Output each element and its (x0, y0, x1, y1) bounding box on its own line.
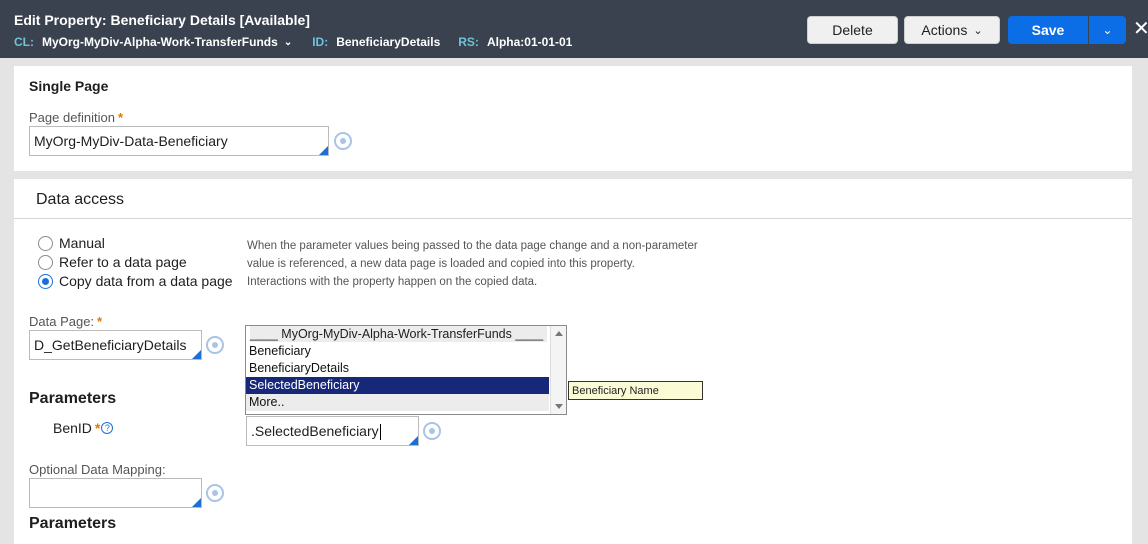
radio-manual[interactable]: Manual (38, 235, 105, 251)
param-benid-input[interactable]: .SelectedBeneficiary (246, 416, 419, 446)
data-page-field[interactable]: D_GetBeneficiaryDetails (29, 330, 202, 360)
parameters-title-2: Parameters (29, 515, 117, 532)
param-value: .SelectedBeneficiary (251, 423, 379, 439)
required-icon: * (118, 110, 124, 125)
data-access-title: Data access (36, 191, 125, 208)
rule-title: Edit Property: Beneficiary Details [Avai… (14, 12, 310, 28)
radio-copy-label: Copy data from a data page (59, 273, 233, 289)
page-definition-value: MyOrg-MyDiv-Data-Beneficiary (34, 133, 228, 149)
rule-meta: CL: MyOrg-MyDiv-Alpha-Work-TransferFunds… (14, 35, 590, 49)
autocomplete-header-text: ____ MyOrg-MyDiv-Alpha-Work-TransferFund… (250, 326, 547, 342)
id-key: ID: (312, 35, 329, 49)
help-line: When the parameter values being passed t… (247, 240, 698, 252)
autocomplete-header: ____ MyOrg-MyDiv-Alpha-Work-TransferFund… (246, 326, 566, 343)
save-button-label: Save (1031, 22, 1065, 38)
optional-mapping-field[interactable] (29, 478, 202, 508)
list-item[interactable]: Beneficiary (246, 343, 549, 360)
list-item-more[interactable]: More.. (246, 394, 549, 411)
save-options-button[interactable]: ⌄ (1089, 16, 1126, 44)
data-page-label-text: Data Page: (29, 314, 95, 329)
autocomplete-list[interactable]: ____ MyOrg-MyDiv-Alpha-Work-TransferFund… (245, 325, 567, 415)
chevron-down-icon: ⌄ (973, 24, 983, 37)
divider (14, 218, 1132, 219)
help-text: When the parameter values being passed t… (247, 237, 747, 291)
page-definition-label-text: Page definition (29, 110, 116, 125)
radio-refer-label: Refer to a data page (59, 254, 187, 270)
radio-copy-data-page[interactable]: Copy data from a data page (38, 273, 233, 289)
autocomplete-corner-icon (319, 146, 328, 155)
help-line: value is referenced, a new data page is … (247, 258, 635, 270)
page-definition-field[interactable]: MyOrg-MyDiv-Data-Beneficiary (29, 126, 329, 156)
header-bar: Edit Property: Beneficiary Details [Avai… (0, 0, 1148, 58)
radio-refer-data-page[interactable]: Refer to a data page (38, 254, 187, 270)
required-icon: * (97, 314, 103, 329)
autocomplete-corner-icon (409, 436, 418, 445)
param-benid-label: BenID * ? (53, 420, 114, 436)
radio-icon (38, 235, 53, 251)
text-cursor (379, 424, 381, 441)
single-page-panel: Single Page Page definition * MyOrg-MyDiv… (14, 66, 1132, 171)
radio-selected-icon (38, 273, 53, 289)
actions-button[interactable]: Actions ⌄ (904, 16, 1000, 44)
autocomplete-corner-icon (192, 498, 201, 507)
single-page-title: Single Page (29, 78, 109, 94)
chevron-down-icon: ⌄ (1102, 23, 1113, 37)
rs-key: RS: (458, 35, 479, 49)
required-icon: * (94, 420, 101, 436)
help-icon[interactable]: ? (101, 422, 114, 434)
chevron-down-icon[interactable]: ⌄ (284, 37, 292, 48)
tooltip: Beneficiary Name (568, 381, 703, 400)
open-param-icon[interactable] (423, 422, 441, 440)
open-mapping-icon[interactable] (206, 484, 224, 502)
radio-manual-label: Manual (59, 235, 105, 251)
close-icon[interactable]: ✕ (1133, 17, 1148, 41)
page-definition-label: Page definition * (29, 110, 123, 125)
data-page-label: Data Page: * (29, 314, 102, 329)
optional-mapping-label: Optional Data Mapping: (29, 462, 166, 477)
save-button[interactable]: Save (1008, 16, 1088, 44)
delete-button[interactable]: Delete (807, 16, 898, 44)
open-data-page-icon[interactable] (206, 336, 224, 354)
list-item[interactable]: BeneficiaryDetails (246, 360, 549, 377)
open-rule-icon[interactable] (334, 132, 352, 150)
id-value: BeneficiaryDetails (336, 35, 441, 49)
help-line: Interactions with the property happen on… (247, 276, 538, 288)
cl-key: CL: (14, 35, 34, 49)
data-access-panel: Data access Manual Refer to a data page … (14, 179, 1132, 544)
autocomplete-corner-icon (192, 350, 201, 359)
rs-value: Alpha:01-01-01 (486, 35, 573, 49)
cl-value[interactable]: MyOrg-MyDiv-Alpha-Work-TransferFunds (42, 35, 278, 49)
param-name: BenID (53, 420, 92, 436)
parameters-title: Parameters (29, 390, 117, 407)
scrollbar[interactable] (550, 326, 566, 414)
list-item-selected[interactable]: SelectedBeneficiary (246, 377, 549, 394)
actions-button-label: Actions (921, 22, 968, 38)
delete-button-label: Delete (832, 22, 873, 38)
data-page-value: D_GetBeneficiaryDetails (34, 337, 187, 353)
radio-icon (38, 254, 53, 270)
